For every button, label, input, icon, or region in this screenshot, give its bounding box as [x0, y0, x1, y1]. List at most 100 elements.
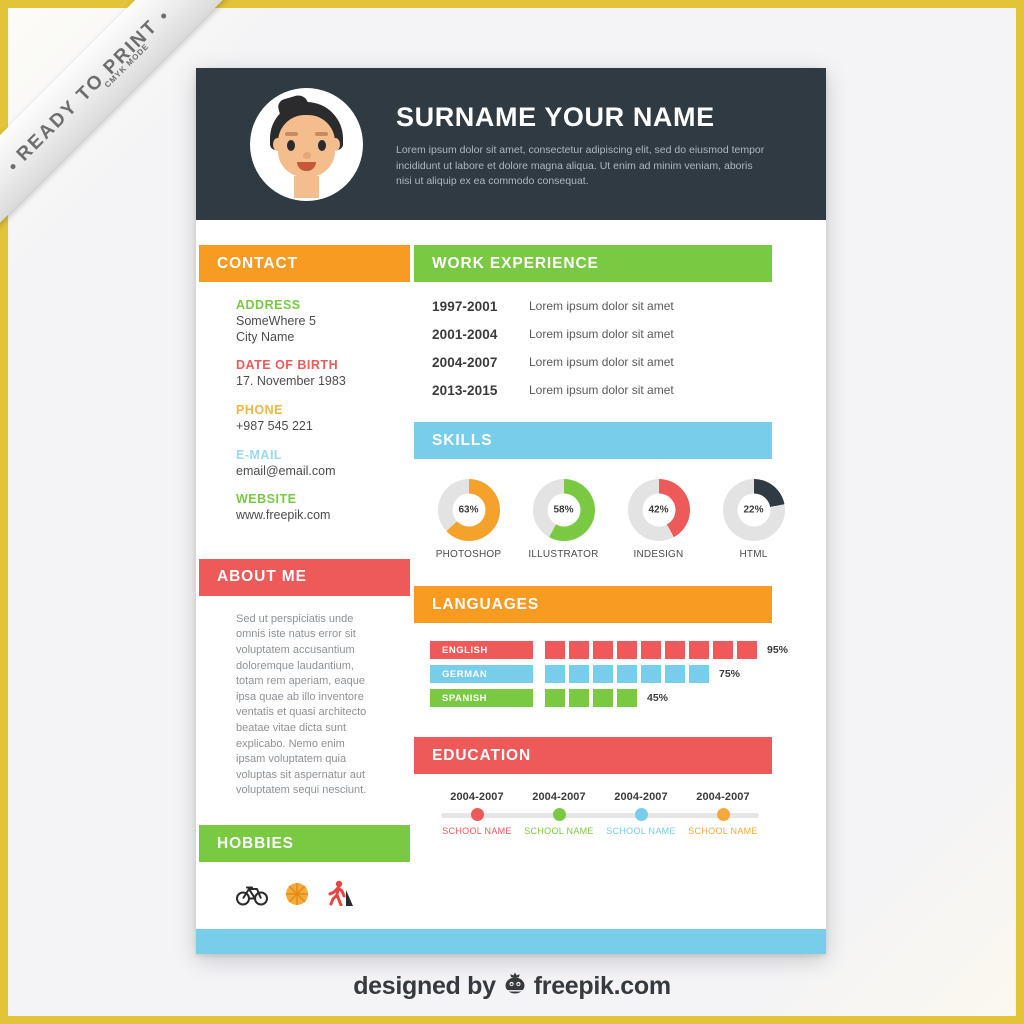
education-timeline: 2004-2007 2004-2007 2004-2007 2004-2007 SCH…: [414, 774, 764, 836]
language-level-block: [641, 641, 661, 659]
work-experience-list: 1997-2001 Lorem ipsum dolor sit amet 2001-…: [414, 282, 826, 398]
skill-label: PHOTOSHOP: [435, 549, 502, 560]
skill-donut-chart: 58%: [532, 479, 595, 541]
skill-donut-chart: 22%: [722, 479, 785, 541]
education-school-name: SCHOOL NAME: [524, 826, 594, 836]
skill-item: 42% INDESIGN: [620, 479, 697, 560]
education-timeline-dot: [635, 808, 648, 821]
language-level-block: [569, 689, 589, 707]
contact-value[interactable]: SomeWhere 5 City Name: [236, 314, 414, 345]
section-header-skills: SKILLS: [414, 422, 772, 459]
resume-body: CONTACT ADDRESS SomeWhere 5 City Name DATE …: [196, 220, 826, 911]
work-experience-row: 2004-2007 Lorem ipsum dolor sit amet: [432, 355, 826, 370]
contact-item: DATE OF BIRTH 17. November 1983: [236, 358, 414, 390]
language-label: GERMAN: [430, 665, 533, 683]
contact-item: PHONE +987 545 221: [236, 403, 414, 435]
skill-item: 63% PHOTOSHOP: [430, 479, 507, 560]
avatar-brow-right: [315, 131, 328, 136]
work-years: 2004-2007: [432, 355, 498, 370]
contact-value[interactable]: +987 545 221: [236, 419, 414, 435]
language-level-blocks: [545, 641, 757, 659]
education-timeline-dot: [553, 808, 566, 821]
avatar-eye-left: [287, 139, 295, 151]
language-level-block: [665, 641, 685, 659]
section-header-contact: CONTACT: [199, 245, 410, 282]
language-level-block: [545, 665, 565, 683]
footer-credit: designed by freepik.com: [353, 971, 671, 1002]
education-year: 2004-2007: [532, 791, 586, 803]
education-school-name: SCHOOL NAME: [688, 826, 758, 836]
language-level-block: [617, 689, 637, 707]
footer-prefix: designed by: [353, 972, 496, 1000]
language-level-block: [569, 641, 589, 659]
contact-item: ADDRESS SomeWhere 5 City Name: [236, 298, 414, 345]
language-level-block: [593, 665, 613, 683]
education-schools-row: SCHOOL NAME SCHOOL NAME SCHOOL NAME SCHOOL …: [436, 826, 764, 836]
education-years-row: 2004-2007 2004-2007 2004-2007 2004-2007: [436, 791, 764, 803]
education-year: 2004-2007: [696, 791, 750, 803]
skill-percent-value: 22%: [737, 493, 770, 527]
work-description: Lorem ipsum dolor sit amet: [529, 327, 674, 341]
avatar-brow-left: [285, 131, 298, 136]
language-level-block: [689, 641, 709, 659]
page-title: SURNAME YOUR NAME: [396, 101, 715, 132]
education-axis: [436, 808, 764, 822]
bicycle-icon: [236, 882, 268, 911]
section-header-education: EDUCATION: [414, 737, 772, 774]
basketball-icon: [285, 882, 309, 911]
language-percent-value: 75%: [719, 668, 741, 680]
work-experience-row: 2013-2015 Lorem ipsum dolor sit amet: [432, 383, 826, 398]
language-level-block: [713, 641, 733, 659]
left-column: CONTACT ADDRESS SomeWhere 5 City Name DATE …: [196, 245, 414, 911]
avatar-neck: [294, 175, 319, 198]
contact-list: ADDRESS SomeWhere 5 City Name DATE OF BIRTH…: [199, 282, 414, 524]
language-percent-value: 45%: [647, 692, 669, 704]
contact-value[interactable]: email@email.com: [236, 464, 414, 480]
freepik-crown-logo: [502, 971, 528, 1002]
about-me-text: Sed ut perspiciatis unde omnis iste natu…: [236, 612, 367, 797]
contact-label: PHONE: [236, 402, 283, 417]
work-description: Lorem ipsum dolor sit amet: [529, 299, 674, 313]
language-level-blocks: [545, 665, 709, 683]
education-school-name: SCHOOL NAME: [442, 826, 512, 836]
footer: designed by freepik.com: [0, 971, 1024, 1002]
work-experience-row: 2001-2004 Lorem ipsum dolor sit amet: [432, 327, 826, 342]
work-description: Lorem ipsum dolor sit amet: [529, 383, 674, 397]
section-header-work-experience: WORK EXPERIENCE: [414, 245, 772, 282]
contact-item: WEBSITE www.freepik.com: [236, 492, 414, 524]
avatar-eye-right: [318, 139, 326, 151]
right-column: WORK EXPERIENCE 1997-2001 Lorem ipsum dol…: [414, 245, 826, 911]
language-level-block: [737, 641, 757, 659]
skill-percent-value: 63%: [452, 493, 485, 527]
language-row: ENGLISH 95%: [430, 641, 826, 659]
avatar-nose: [303, 151, 311, 159]
language-level-blocks: [545, 689, 637, 707]
contact-value[interactable]: www.freepik.com: [236, 508, 414, 524]
language-level-block: [665, 665, 685, 683]
language-row: GERMAN 75%: [430, 665, 826, 683]
language-label: ENGLISH: [430, 641, 533, 659]
skill-label: INDESIGN: [633, 549, 684, 560]
contact-item: E-MAIL email@email.com: [236, 448, 414, 480]
language-level-block: [593, 641, 613, 659]
education-year: 2004-2007: [614, 791, 668, 803]
language-label: SPANISH: [430, 689, 533, 707]
education-timeline-dot: [717, 808, 730, 821]
education-axis-line: [441, 813, 759, 818]
resume-header: SURNAME YOUR NAME Lorem ipsum dolor sit …: [196, 68, 826, 220]
languages-chart: ENGLISH 95% GERMAN 75% SPANISH 45%: [414, 623, 826, 707]
work-years: 2001-2004: [432, 327, 498, 342]
skill-label: HTML: [739, 549, 768, 560]
skills-chart: 63% PHOTOSHOP 58% ILLUSTRATOR 42% INDESIGN 22%…: [414, 459, 826, 560]
section-header-about-me: ABOUT ME: [199, 558, 410, 596]
skill-donut-chart: 63%: [437, 479, 500, 541]
contact-label: WEBSITE: [236, 492, 297, 507]
language-level-block: [641, 665, 661, 683]
hobbies-icon-list: [199, 862, 414, 911]
language-level-block: [617, 641, 637, 659]
language-row: SPANISH 45%: [430, 689, 826, 707]
language-level-block: [689, 665, 709, 683]
avatar: [250, 87, 363, 201]
contact-label: DATE OF BIRTH: [236, 358, 339, 373]
contact-value[interactable]: 17. November 1983: [236, 374, 414, 390]
